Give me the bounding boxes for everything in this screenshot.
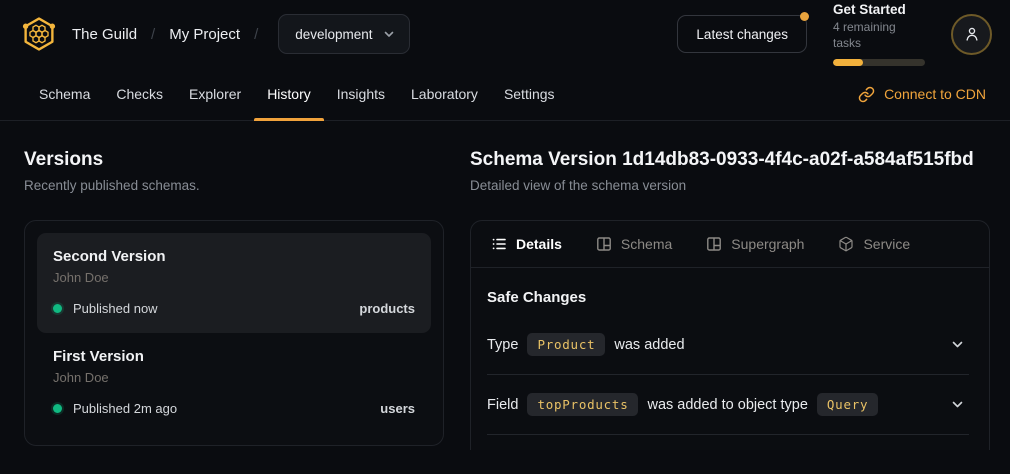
main-content: Versions Recently published schemas. Sec… (0, 121, 1010, 450)
version-list-item[interactable]: Second Version John Doe Published now pr… (37, 233, 431, 333)
connect-to-cdn-label: Connect to CDN (884, 86, 986, 102)
cube-icon (838, 236, 854, 252)
detail-tab-label: Schema (621, 236, 672, 252)
latest-changes-button[interactable]: Latest changes (677, 15, 807, 53)
version-detail-panel: Schema Version 1d14db83-0933-4f4c-a02f-a… (470, 149, 990, 450)
detail-body: Safe Changes Type Product was added Fiel… (471, 268, 989, 435)
tab-laboratory[interactable]: Laboratory (398, 68, 491, 120)
version-detail-card: Details Schema Supergraph (470, 220, 990, 450)
user-avatar[interactable] (951, 14, 992, 55)
expand-chevron-icon[interactable] (950, 397, 965, 412)
tab-explorer[interactable]: Explorer (176, 68, 254, 120)
notification-dot (800, 12, 809, 21)
change-row: Field topProducts was added to object ty… (487, 375, 969, 435)
tab-schema[interactable]: Schema (26, 68, 103, 120)
main-nav: Schema Checks Explorer History Insights … (0, 68, 1010, 121)
connect-to-cdn-link[interactable]: Connect to CDN (858, 68, 986, 120)
progress-fill (833, 59, 863, 66)
app-header: The Guild / My Project / development Lat… (0, 0, 1010, 68)
safe-changes-title: Safe Changes (487, 289, 969, 306)
user-icon (963, 25, 981, 43)
version-status: Published now (73, 301, 158, 316)
version-author: John Doe (53, 270, 415, 285)
version-status: Published 2m ago (73, 401, 177, 416)
get-started-subtitle: 4 remaining tasks (833, 19, 925, 51)
chevron-down-icon (383, 28, 395, 40)
environment-select[interactable]: development (278, 14, 409, 54)
list-icon (491, 236, 507, 252)
change-code-chip: Product (527, 333, 605, 356)
link-icon (858, 86, 875, 103)
versions-card: Second Version John Doe Published now pr… (24, 220, 444, 446)
detail-tab-schema[interactable]: Schema (596, 236, 672, 252)
latest-changes-label: Latest changes (696, 27, 788, 42)
detail-tab-label: Details (516, 236, 562, 252)
breadcrumb-separator: / (252, 26, 260, 43)
version-author: John Doe (53, 370, 415, 385)
get-started-progress-bar (833, 59, 925, 66)
version-name: First Version (53, 348, 415, 365)
tab-checks[interactable]: Checks (103, 68, 176, 120)
versions-title: Versions (24, 149, 444, 171)
breadcrumb-separator: / (149, 26, 157, 43)
change-prefix: Field (487, 397, 518, 413)
environment-select-value: development (295, 27, 372, 42)
detail-tab-label: Supergraph (731, 236, 804, 252)
detail-tab-details[interactable]: Details (491, 236, 562, 252)
schema-version-subtitle: Detailed view of the schema version (470, 178, 990, 193)
detail-tab-label: Service (863, 236, 910, 252)
breadcrumb-project[interactable]: My Project (169, 26, 240, 43)
detail-tab-bar: Details Schema Supergraph (471, 221, 989, 268)
columns-icon (596, 236, 612, 252)
change-code-chip: Query (817, 393, 878, 416)
version-service-name: products (359, 301, 415, 316)
expand-chevron-icon[interactable] (950, 337, 965, 352)
tab-history[interactable]: History (254, 68, 324, 120)
version-service-name: users (380, 401, 415, 416)
detail-tab-supergraph[interactable]: Supergraph (706, 236, 804, 252)
change-code-chip: topProducts (527, 393, 638, 416)
change-prefix: Type (487, 337, 518, 353)
published-status-dot (53, 404, 62, 413)
versions-subtitle: Recently published schemas. (24, 178, 444, 193)
detail-tab-service[interactable]: Service (838, 236, 910, 252)
versions-panel: Versions Recently published schemas. Sec… (24, 149, 444, 446)
change-suffix: was added to object type (647, 397, 807, 413)
breadcrumb-org[interactable]: The Guild (72, 26, 137, 43)
change-row: Type Product was added (487, 315, 969, 375)
schema-version-title: Schema Version 1d14db83-0933-4f4c-a02f-a… (470, 149, 990, 171)
get-started-title: Get Started (833, 2, 925, 19)
get-started-widget[interactable]: Get Started 4 remaining tasks (833, 2, 925, 65)
columns-icon (706, 236, 722, 252)
version-list-item[interactable]: First Version John Doe Published 2m ago … (37, 333, 431, 433)
tab-insights[interactable]: Insights (324, 68, 398, 120)
published-status-dot (53, 304, 62, 313)
guild-logo-icon[interactable] (20, 15, 58, 53)
version-name: Second Version (53, 248, 415, 265)
change-suffix: was added (614, 337, 684, 353)
tab-settings[interactable]: Settings (491, 68, 568, 120)
